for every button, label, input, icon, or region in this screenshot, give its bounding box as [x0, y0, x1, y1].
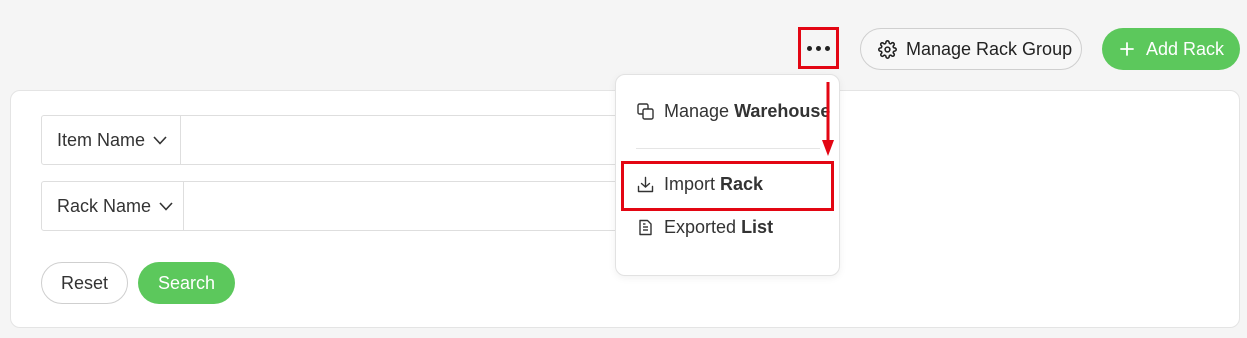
more-dot — [825, 45, 830, 51]
more-dot — [807, 45, 812, 51]
chevron-down-icon — [153, 135, 167, 145]
search-button[interactable]: Search — [138, 262, 235, 304]
menu-item-label: Manage Warehouse — [664, 101, 831, 121]
plus-icon — [1120, 42, 1134, 56]
annotation-arrow-icon — [818, 82, 838, 158]
add-rack-button[interactable]: Add Rack — [1102, 28, 1240, 70]
item-name-select-label: Item Name — [57, 129, 146, 150]
more-options-button[interactable] — [798, 27, 839, 69]
document-icon — [637, 219, 654, 236]
more-dot — [816, 45, 821, 51]
menu-item-manage-warehouse[interactable]: Manage Warehouse — [637, 101, 830, 122]
download-icon — [637, 176, 654, 193]
menu-divider — [636, 148, 820, 149]
more-options-menu: Manage Warehouse Import Rack Exported Li… — [615, 74, 840, 276]
rack-name-select-label: Rack Name — [57, 195, 152, 216]
add-rack-label: Add Rack — [1146, 38, 1225, 59]
manage-rack-group-label: Manage Rack Group — [906, 38, 1073, 59]
chevron-down-icon — [159, 201, 173, 211]
manage-rack-group-button[interactable]: Manage Rack Group — [860, 28, 1082, 70]
menu-item-exported-list[interactable]: Exported List — [637, 217, 773, 238]
menu-item-label: Import Rack — [664, 174, 764, 194]
reset-button[interactable]: Reset — [41, 262, 128, 304]
menu-item-label: Exported List — [664, 217, 774, 237]
rack-name-select[interactable]: Rack Name — [42, 182, 184, 230]
menu-item-import-rack[interactable]: Import Rack — [637, 174, 763, 195]
copy-icon — [637, 103, 654, 120]
gear-icon — [878, 39, 897, 59]
item-name-select[interactable]: Item Name — [42, 116, 181, 164]
